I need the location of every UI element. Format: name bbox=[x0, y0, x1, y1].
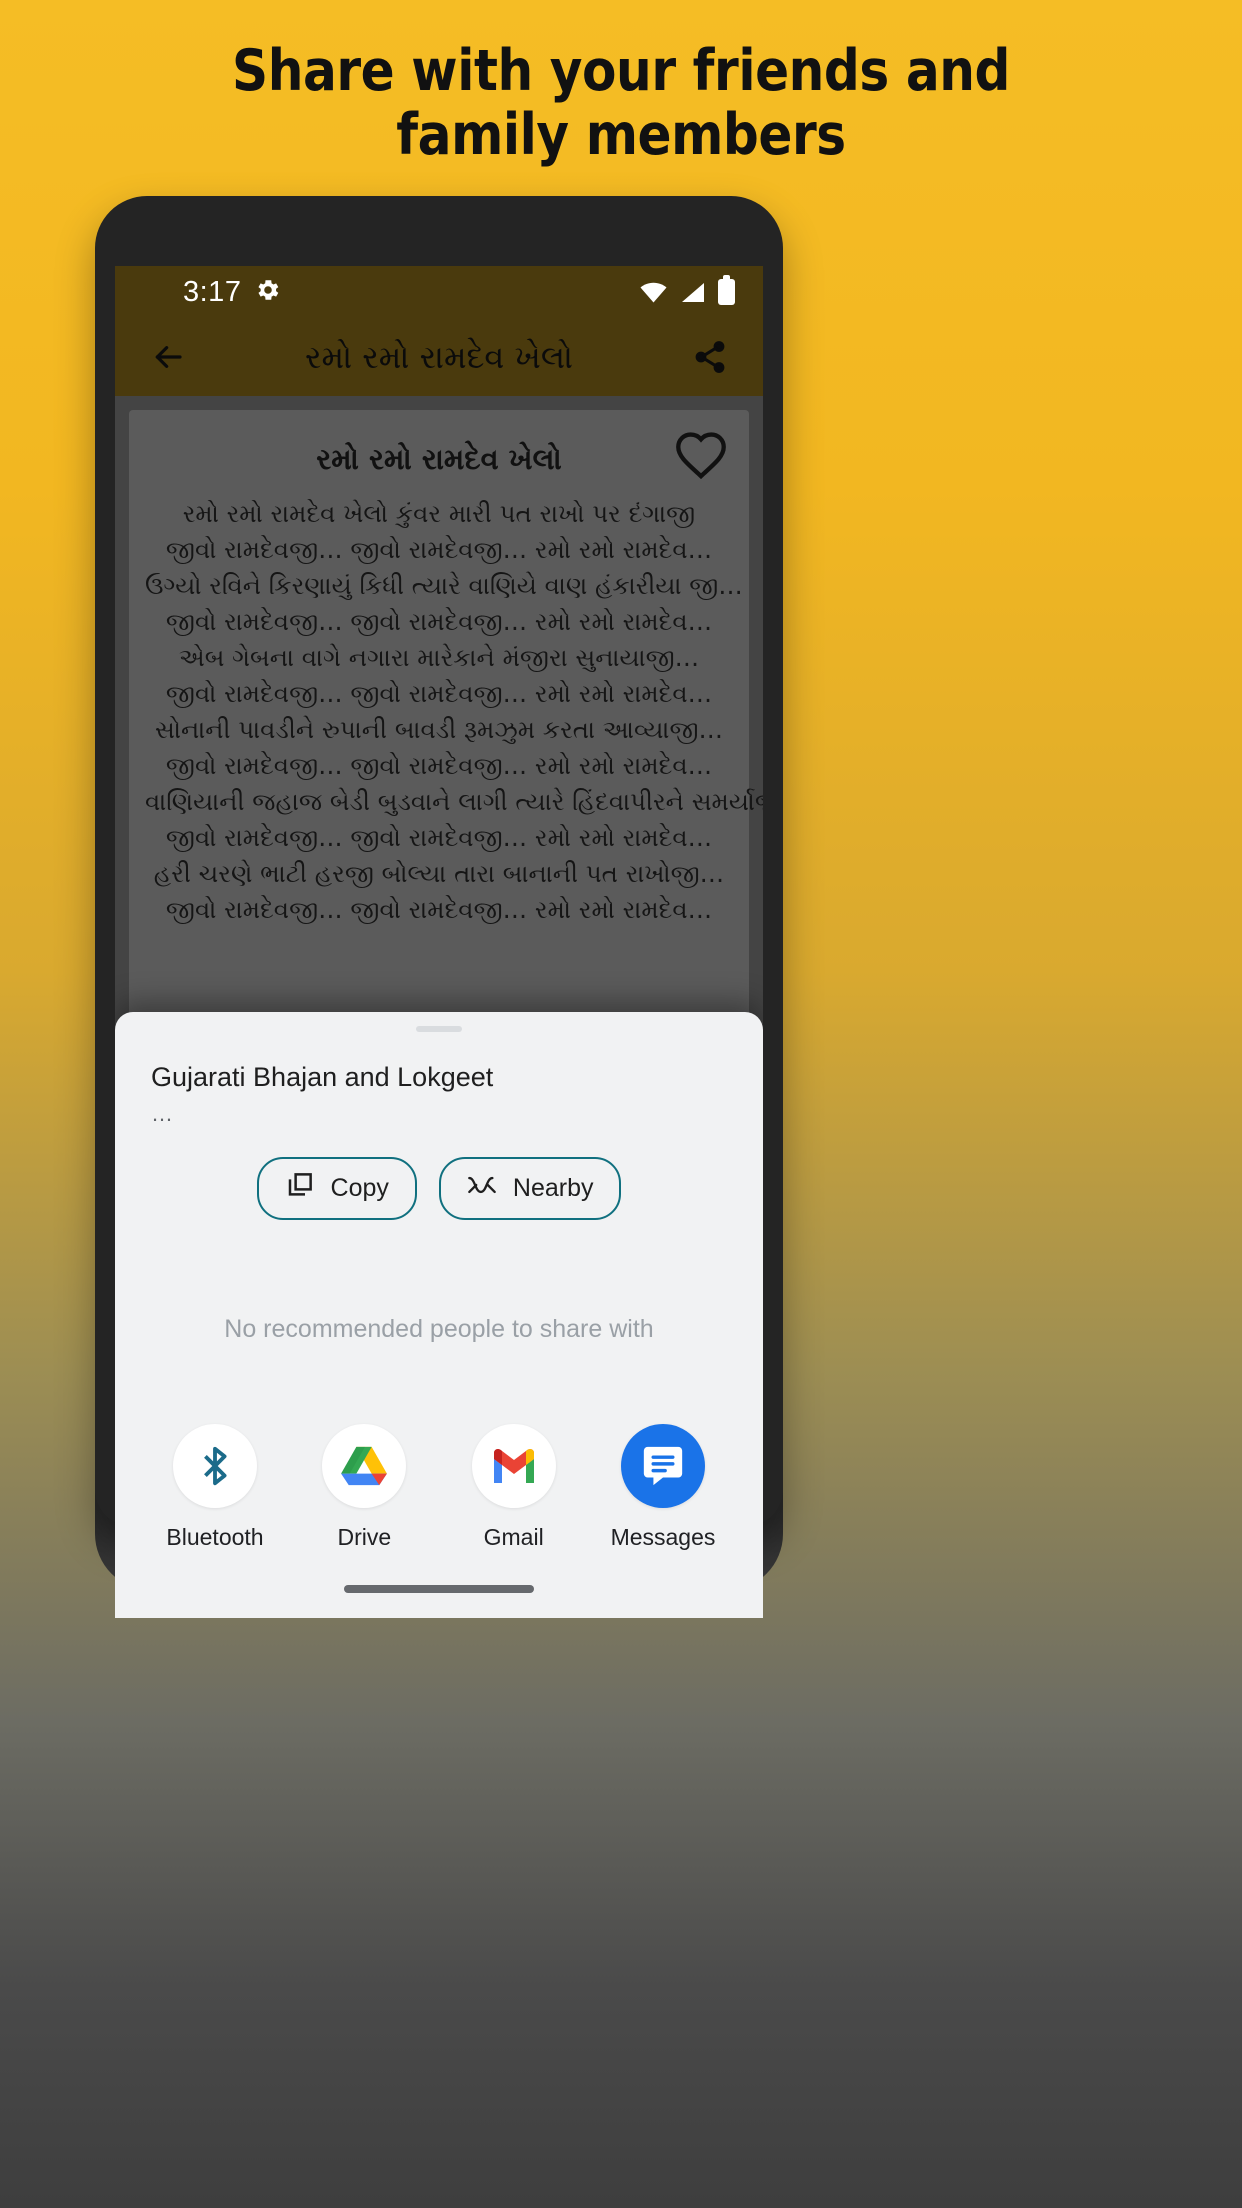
promo-headline-line1: Share with your friends and bbox=[232, 38, 1010, 104]
share-target-label: Bluetooth bbox=[166, 1524, 264, 1550]
promo-headline-line2: family members bbox=[396, 101, 846, 168]
lyric-line: હરી ચરણે ભાટી હરજી બોલ્યા તારા બાનાની પત… bbox=[153, 859, 725, 888]
share-sheet-title: Gujarati Bhajan and Lokgeet bbox=[151, 1062, 494, 1092]
share-target-gmail[interactable]: Gmail bbox=[456, 1424, 572, 1551]
app-bar: રમો રમો રામદેવ ખેલો bbox=[115, 318, 763, 396]
share-target-bluetooth[interactable]: Bluetooth bbox=[157, 1424, 273, 1551]
status-bar-right bbox=[640, 275, 735, 305]
copy-button[interactable]: Copy bbox=[256, 1157, 417, 1220]
share-icon[interactable] bbox=[685, 332, 735, 382]
nearby-button[interactable]: Nearby bbox=[438, 1157, 622, 1220]
song-lyrics: રમો રમો રામદેવ ખેલો કુંવર મારી પત રાખો પ… bbox=[145, 496, 763, 928]
status-bar-left: 3:17 bbox=[183, 276, 281, 309]
song-card-header: રમો રમો રામદેવ ખેલો bbox=[145, 428, 733, 490]
bluetooth-icon bbox=[173, 1424, 257, 1508]
no-recommendations-text: No recommended people to share with bbox=[224, 1315, 654, 1343]
signal-icon bbox=[680, 282, 705, 303]
back-arrow-icon[interactable] bbox=[143, 332, 193, 382]
song-title: રમો રમો રામદેવ ખેલો bbox=[316, 441, 562, 476]
share-target-label: Gmail bbox=[483, 1524, 544, 1550]
messages-icon bbox=[620, 1424, 705, 1508]
lyric-line: જીવો રામદેવજી… જીવો રામદેવજી… રમો રમો રા… bbox=[165, 535, 713, 564]
gear-icon bbox=[255, 277, 281, 308]
phone-screen: 3:17 રમો રમો રામદેવ ખેલો રમો રમો રામદેવ … bbox=[115, 266, 763, 1618]
nearby-share-icon bbox=[467, 1172, 497, 1205]
lyric-line: ઉગ્યો રવિને કિરણાયું કિધી ત્યારે વાણિયે … bbox=[145, 571, 743, 600]
share-sheet: Gujarati Bhajan and Lokgeet … Copy Nearb… bbox=[115, 1012, 763, 1618]
nearby-label: Nearby bbox=[512, 1174, 594, 1202]
share-target-label: Drive bbox=[337, 1524, 392, 1550]
lyric-line: જીવો રામદેવજી… જીવો રામદેવજી… રમો રમો રા… bbox=[165, 607, 713, 636]
copy-icon bbox=[285, 1170, 315, 1207]
battery-icon bbox=[718, 275, 735, 305]
phone-mockup: 3:17 રમો રમો રામદેવ ખેલો રમો રમો રામદેવ … bbox=[95, 196, 783, 1618]
status-time: 3:17 bbox=[183, 275, 242, 308]
share-targets-row: Bluetooth Drive Gmail Messages bbox=[115, 1424, 763, 1551]
lyric-line: જીવો રામદેવજી… જીવો રામદેવજી… રમો રમો રા… bbox=[165, 895, 713, 924]
google-drive-icon bbox=[322, 1424, 407, 1508]
lyric-line: જીવો રામદેવજી… જીવો રામદેવજી… રમો રમો રા… bbox=[165, 751, 713, 780]
status-bar: 3:17 bbox=[115, 266, 763, 318]
app-bar-title: રમો રમો રામદેવ ખેલો bbox=[304, 337, 574, 376]
home-indicator[interactable] bbox=[344, 1585, 534, 1593]
share-sheet-subtitle: … bbox=[151, 1101, 175, 1126]
share-target-label: Messages bbox=[610, 1524, 716, 1550]
sheet-grabber[interactable] bbox=[416, 1026, 462, 1032]
promo-headline: Share with your friends and family membe… bbox=[75, 38, 1168, 168]
heart-outline-icon[interactable] bbox=[673, 430, 729, 485]
lyric-line: જીવો રામદેવજી… જીવો રામદેવજી… રમો રમો રા… bbox=[165, 679, 713, 708]
lyric-line: સોનાની પાવડીને રુપાની બાવડી રૂમઝુમ કરતા … bbox=[154, 715, 723, 744]
wifi-icon bbox=[640, 282, 667, 303]
lyric-line: વાણિયાની જહાજ બેડી બુડવાને લાગી ત્યારે હ… bbox=[145, 787, 763, 816]
lyric-line: એબ ગેબના વાગે નગારા મારેકાને મંજીરા સુના… bbox=[178, 643, 700, 672]
lyric-line: રમો રમો રામદેવ ખેલો કુંવર મારી પત રાખો પ… bbox=[182, 499, 696, 528]
share-action-chips: Copy Nearby bbox=[115, 1157, 763, 1220]
copy-label: Copy bbox=[330, 1174, 389, 1202]
gmail-icon bbox=[471, 1424, 556, 1508]
lyric-line: જીવો રામદેવજી… જીવો રામદેવજી… રમો રમો રા… bbox=[165, 823, 713, 852]
share-target-messages[interactable]: Messages bbox=[605, 1424, 721, 1551]
share-target-drive[interactable]: Drive bbox=[306, 1424, 422, 1551]
